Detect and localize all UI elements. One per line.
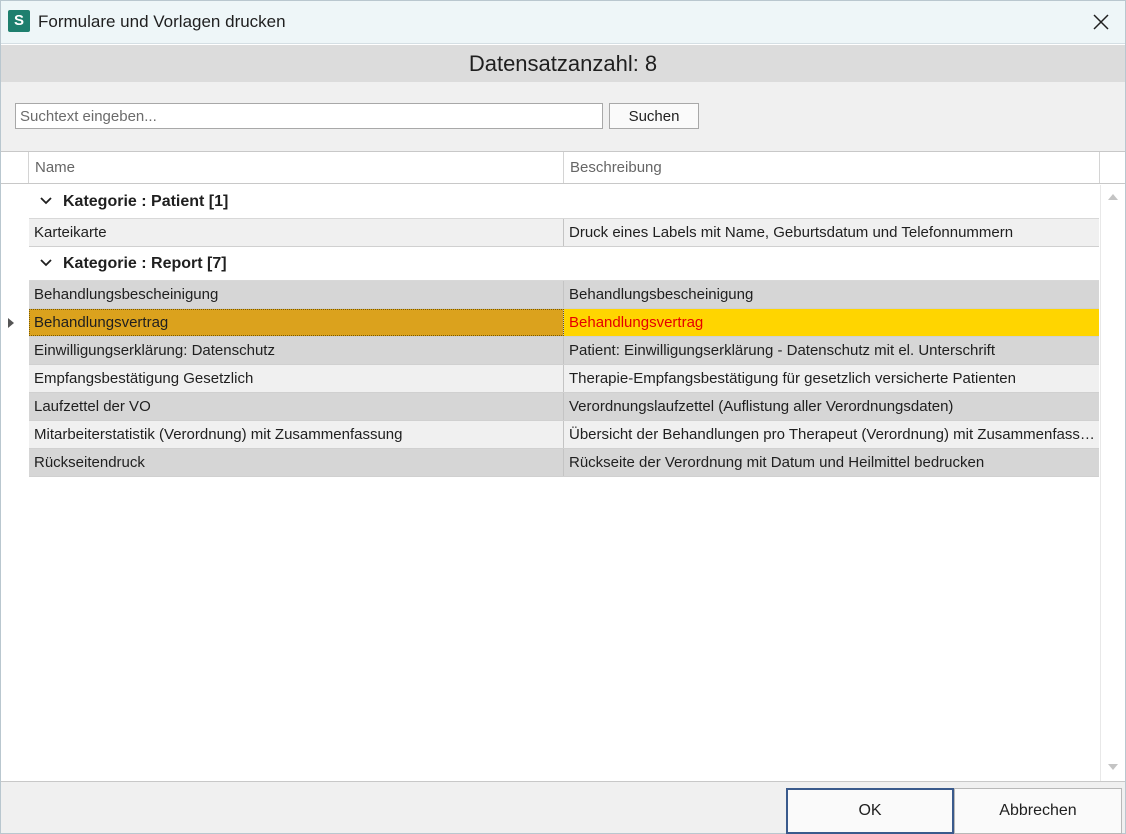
cell-name: Behandlungsvertrag — [29, 309, 564, 336]
cell-name: Rückseitendruck — [29, 449, 564, 476]
arrow-up-icon — [1108, 194, 1118, 200]
triangle-right-icon — [8, 318, 14, 328]
group-label: Kategorie : Report [7] — [63, 255, 227, 272]
arrow-down-icon — [1108, 764, 1118, 770]
search-button[interactable]: Suchen — [609, 103, 699, 129]
table-row[interactable]: Rückseitendruck Rückseite der Verordnung… — [29, 449, 1099, 477]
table-row[interactable]: Laufzettel der VO Verordnungslaufzettel … — [29, 393, 1099, 421]
group-row-report[interactable]: Kategorie : Report [7] — [29, 247, 1099, 281]
cell-description: Behandlungsbescheinigung — [569, 286, 754, 303]
cell-description: Verordnungslaufzettel (Auflistung aller … — [569, 398, 954, 415]
cell-name: Einwilligungserklärung: Datenschutz — [29, 337, 564, 364]
table-row[interactable]: Einwilligungserklärung: Datenschutz Pati… — [29, 337, 1099, 365]
window-title: Formulare und Vorlagen drucken — [38, 12, 286, 31]
table-row-selected[interactable]: Behandlungsvertrag Behandlungsvertrag — [29, 309, 1099, 337]
table-row[interactable]: Mitarbeiterstatistik (Verordnung) mit Zu… — [29, 421, 1099, 449]
grid-header: Name Beschreibung — [1, 152, 1125, 184]
cell-description: Behandlungsvertrag — [564, 309, 1099, 336]
cancel-button[interactable]: Abbrechen — [954, 788, 1122, 834]
scroll-down-button[interactable] — [1103, 757, 1123, 777]
row-indicator-header — [1, 152, 29, 183]
app-icon: S — [8, 10, 30, 32]
forms-grid: Name Beschreibung Kategorie : Patient [1… — [1, 151, 1125, 781]
cell-description: Rückseite der Verordnung mit Datum und H… — [569, 454, 985, 471]
dialog-footer: OK Abbrechen — [1, 781, 1125, 834]
group-label: Kategorie : Patient [1] — [63, 193, 229, 210]
title-bar: S Formulare und Vorlagen drucken — [1, 1, 1125, 44]
cell-name: Laufzettel der VO — [29, 393, 564, 420]
print-forms-dialog: S Formulare und Vorlagen drucken Datensa… — [0, 0, 1126, 834]
record-count: Datensatzanzahl: 8 — [468, 51, 658, 76]
scroll-up-button[interactable] — [1103, 187, 1123, 207]
ok-button[interactable]: OK — [786, 788, 954, 834]
chevron-down-icon[interactable] — [40, 197, 52, 205]
close-icon — [1093, 14, 1109, 30]
search-area: Suchen — [1, 82, 1125, 151]
cell-name: Karteikarte — [29, 219, 564, 246]
cell-description: Therapie-Empfangsbestätigung für gesetzl… — [569, 370, 1016, 387]
chevron-down-icon[interactable] — [40, 259, 52, 267]
cell-name: Mitarbeiterstatistik (Verordnung) mit Zu… — [29, 421, 564, 448]
cell-description: Patient: Einwilligungserklärung - Datens… — [569, 342, 996, 359]
group-row-patient[interactable]: Kategorie : Patient [1] — [29, 185, 1099, 219]
search-input[interactable] — [15, 103, 603, 129]
record-count-bar: Datensatzanzahl: 8 — [1, 45, 1125, 82]
close-button[interactable] — [1083, 5, 1119, 39]
table-row[interactable]: Karteikarte Druck eines Labels mit Name,… — [29, 219, 1099, 247]
column-header-name[interactable]: Name — [29, 152, 564, 183]
cell-name: Behandlungsbescheinigung — [29, 281, 564, 308]
vertical-scrollbar[interactable] — [1100, 185, 1125, 781]
column-header-description[interactable]: Beschreibung — [564, 152, 1100, 183]
table-row[interactable]: Empfangsbestätigung Gesetzlich Therapie-… — [29, 365, 1099, 393]
cell-name: Empfangsbestätigung Gesetzlich — [29, 365, 564, 392]
cell-description: Übersicht der Behandlungen pro Therapeut… — [569, 426, 1099, 443]
table-row[interactable]: Behandlungsbescheinigung Behandlungsbesc… — [29, 281, 1099, 309]
cell-description: Druck eines Labels mit Name, Geburtsdatu… — [569, 224, 1014, 241]
